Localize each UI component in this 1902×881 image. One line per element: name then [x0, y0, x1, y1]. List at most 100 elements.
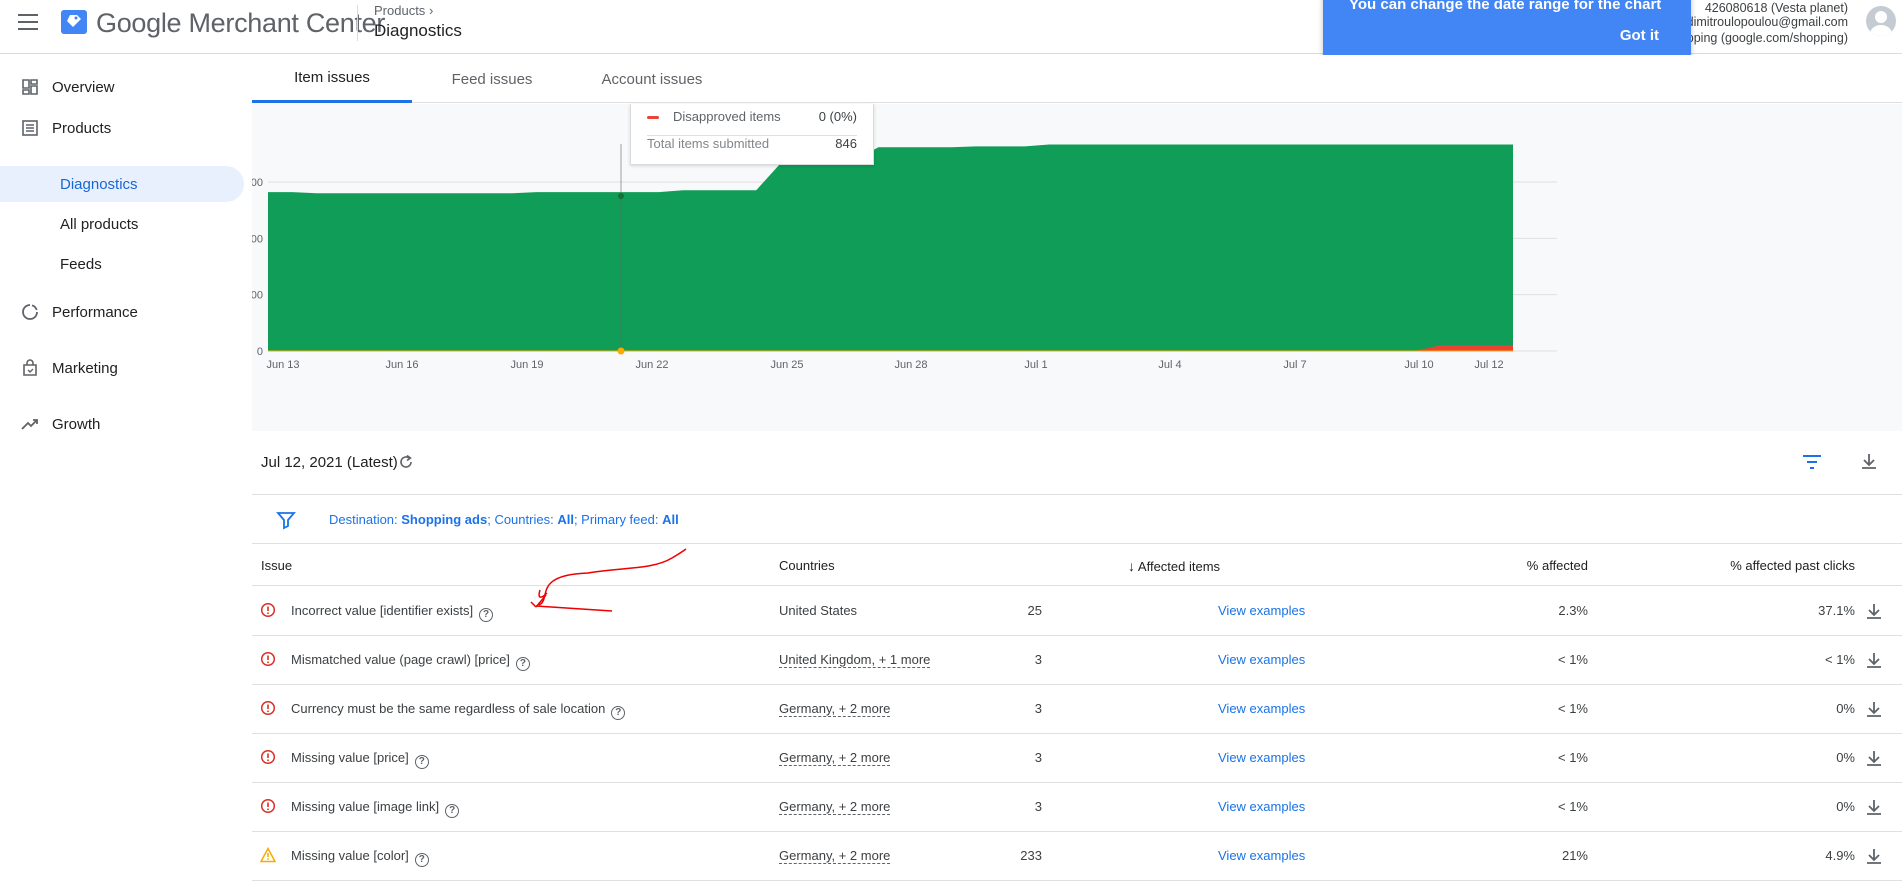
view-examples-link[interactable]: View examples — [1218, 603, 1305, 618]
download-icon[interactable] — [1864, 846, 1884, 866]
x-tick-label: Jul 4 — [1158, 359, 1181, 371]
affected-count: 233 — [1020, 848, 1042, 863]
main-content: Item issues Feed issues Account issues 0… — [252, 55, 1902, 881]
tooltip-total-value: 846 — [835, 136, 857, 151]
header-divider — [357, 5, 358, 41]
sidebar-item-performance[interactable]: Performance — [0, 294, 244, 330]
tab-account-issues[interactable]: Account issues — [572, 55, 732, 103]
report-date: Jul 12, 2021 (Latest) — [261, 454, 398, 471]
help-icon[interactable]: ? — [515, 657, 530, 671]
download-icon[interactable] — [1864, 601, 1884, 621]
table-row[interactable]: Currency must be the same regardless of … — [252, 685, 1902, 734]
x-tick-label: Jun 16 — [385, 359, 418, 371]
x-tick-label: Jun 19 — [510, 359, 543, 371]
table-row[interactable]: Missing value [price]? Germany, + 2 more 3… — [252, 734, 1902, 783]
tab-feed-issues[interactable]: Feed issues — [412, 55, 572, 103]
breadcrumb-parent[interactable]: Products › — [374, 3, 433, 18]
help-icon[interactable]: ? — [414, 755, 429, 769]
table-row[interactable]: Incorrect value [identifier exists]? Unit… — [252, 587, 1902, 636]
column-affected-items[interactable]: ↓ Affected items — [1128, 558, 1220, 574]
page-title: Diagnostics — [374, 21, 462, 40]
table-row[interactable]: Mismatched value (page crawl) [price]? Un… — [252, 636, 1902, 685]
table-header: Issue Countries ↓ Affected items % affec… — [252, 545, 1902, 586]
list-icon — [22, 120, 38, 136]
y-tick-label: 300 — [252, 290, 263, 302]
error-icon — [260, 749, 276, 765]
pct-affected-clicks: 4.9% — [1825, 848, 1855, 863]
y-tick-label: 0 — [257, 346, 263, 358]
refresh-icon[interactable] — [398, 454, 414, 470]
column-pct-clicks[interactable]: % affected past clicks — [1730, 558, 1855, 573]
sidebar-item-marketing[interactable]: Marketing — [0, 350, 244, 386]
item-status-chart: 0 300 600 900 Jun 13 Jun 16 Jun 19 Jun 22 Jun 25… — [252, 104, 1902, 431]
issue-name: Missing value [color]? — [291, 848, 429, 867]
download-icon[interactable] — [1859, 451, 1879, 471]
error-icon — [260, 798, 276, 814]
countries-value[interactable]: United Kingdom, + 1 more — [779, 652, 931, 668]
arrow-down-icon: ↓ — [1128, 558, 1135, 574]
countries-value[interactable]: Germany, + 2 more — [779, 701, 891, 717]
sidebar-item-all-products[interactable]: All products — [0, 206, 244, 242]
download-icon[interactable] — [1864, 650, 1884, 670]
view-examples-link[interactable]: View examples — [1218, 750, 1305, 765]
trending-up-icon — [21, 419, 38, 430]
download-icon[interactable] — [1864, 797, 1884, 817]
issue-name: Mismatched value (page crawl) [price]? — [291, 652, 530, 671]
x-tick-label: Jun 13 — [266, 359, 299, 371]
performance-icon — [22, 304, 38, 320]
help-icon[interactable]: ? — [445, 804, 460, 818]
countries-value[interactable]: Germany, + 2 more — [779, 750, 891, 766]
pct-affected-clicks: 37.1% — [1818, 603, 1855, 618]
x-tick-label: Jul 12 — [1474, 359, 1503, 371]
countries-value[interactable]: Germany, + 2 more — [779, 848, 891, 864]
help-icon[interactable]: ? — [479, 608, 494, 622]
issue-name: Missing value [image link]? — [291, 799, 460, 818]
download-icon[interactable] — [1864, 748, 1884, 768]
affected-count: 3 — [1034, 652, 1042, 667]
filter-list-icon[interactable] — [1802, 454, 1822, 470]
view-examples-link[interactable]: View examples — [1218, 701, 1305, 716]
disapproved-swatch — [647, 116, 659, 120]
funnel-icon[interactable] — [276, 510, 296, 530]
tooltip-disapproved-label: Disapproved items — [673, 109, 781, 124]
sidebar-item-products[interactable]: Products — [0, 110, 244, 146]
tab-item-issues[interactable]: Item issues — [252, 55, 412, 103]
affected-count: 3 — [1034, 799, 1042, 814]
issue-name: Incorrect value [identifier exists]? — [291, 603, 494, 622]
tooltip-disapproved-value: 0 (0%) — [818, 109, 857, 124]
table-row[interactable]: Missing value [color]? Germany, + 2 more 2… — [252, 832, 1902, 881]
affected-count: 25 — [1027, 603, 1042, 618]
got-it-button[interactable]: Got it — [1620, 27, 1659, 44]
avatar[interactable] — [1866, 6, 1896, 36]
pct-affected: < 1% — [1558, 652, 1588, 667]
table-row[interactable]: Missing value [image link]? Germany, + 2 … — [252, 783, 1902, 832]
help-icon[interactable]: ? — [414, 853, 429, 867]
date-row: Jul 12, 2021 (Latest) — [252, 431, 1902, 495]
help-icon[interactable]: ? — [611, 706, 626, 720]
y-tick-label: 900 — [252, 177, 263, 189]
warning-icon — [260, 847, 276, 863]
column-issue[interactable]: Issue — [261, 558, 292, 573]
menu-icon[interactable] — [18, 14, 38, 30]
view-examples-link[interactable]: View examples — [1218, 799, 1305, 814]
sidebar-item-growth[interactable]: Growth — [0, 406, 244, 442]
column-pct-affected[interactable]: % affected — [1527, 558, 1588, 573]
view-examples-link[interactable]: View examples — [1218, 652, 1305, 667]
sidebar-item-feeds[interactable]: Feeds — [0, 246, 244, 282]
merchant-center-logo[interactable] — [60, 8, 88, 36]
account-program: pping (google.com/shopping) — [1686, 31, 1848, 45]
x-tick-label: Jul 10 — [1404, 359, 1433, 371]
pct-affected-clicks: 0% — [1836, 701, 1855, 716]
active-filters[interactable]: Destination: Shopping ads; Countries: Al… — [329, 512, 679, 527]
app-name: Google Merchant Center — [96, 8, 386, 38]
x-tick-label: Jul 1 — [1024, 359, 1047, 371]
sidebar-item-diagnostics[interactable]: Diagnostics — [0, 166, 244, 202]
download-icon[interactable] — [1864, 699, 1884, 719]
hover-point — [618, 193, 624, 199]
x-tick-label: Jun 22 — [635, 359, 668, 371]
sidebar-item-overview[interactable]: Overview — [0, 69, 244, 105]
column-countries[interactable]: Countries — [779, 558, 835, 573]
marketing-icon — [23, 359, 37, 376]
countries-value[interactable]: Germany, + 2 more — [779, 799, 891, 815]
view-examples-link[interactable]: View examples — [1218, 848, 1305, 863]
